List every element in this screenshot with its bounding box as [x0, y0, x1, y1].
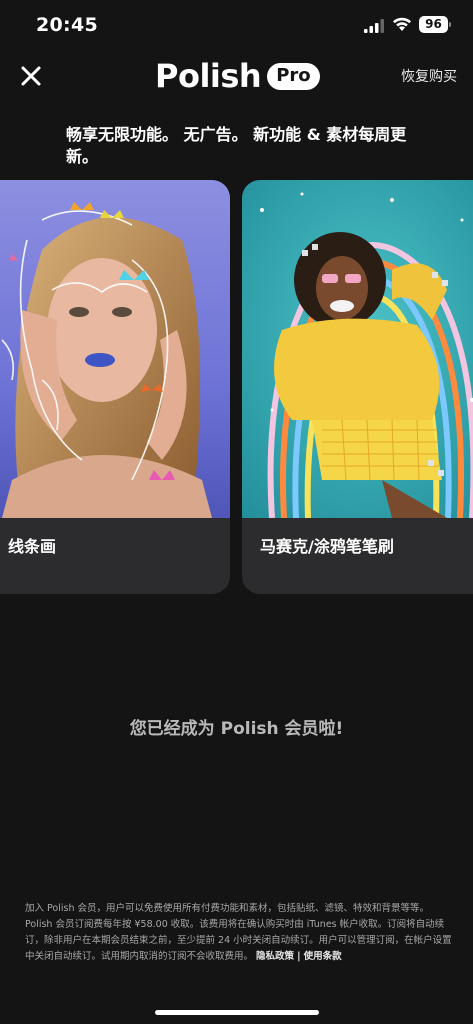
restore-purchase-button[interactable]: 恢复购买	[401, 66, 457, 86]
tagline: 畅享无限功能。 无广告。 新功能 & 素材每周更新。	[66, 125, 407, 166]
feature-card-line-art[interactable]: 线条画	[0, 180, 230, 594]
line-art-preview-image	[0, 180, 230, 518]
feature-card-mosaic-brush[interactable]: 马赛克/涂鸦笔笔刷	[242, 180, 473, 594]
polish-pro-logo: Polish Pro	[155, 57, 320, 95]
signal-icon	[364, 19, 384, 33]
member-status-message: 您已经成为 Polish 会员啦!	[129, 719, 344, 739]
feature-card-label: 线条画	[8, 537, 57, 556]
home-indicator[interactable]	[155, 1010, 319, 1015]
mosaic-brush-preview-image	[242, 180, 473, 518]
privacy-policy-link[interactable]: 隐私政策	[256, 951, 294, 962]
subscription-terms: 加入 Polish 会员，用户可以免费使用所有付费功能和素材，包括贴纸、滤镜、特…	[25, 901, 453, 965]
close-icon[interactable]	[17, 62, 45, 90]
wifi-icon	[393, 17, 411, 31]
terms-of-use-link[interactable]: 使用条款	[304, 951, 342, 962]
status-time: 20:45	[36, 14, 98, 36]
link-separator: |	[297, 951, 301, 962]
terms-text: 加入 Polish 会员，用户可以免费使用所有付费功能和素材，包括贴纸、滤镜、特…	[25, 903, 452, 962]
pro-badge: Pro	[267, 62, 320, 90]
logo-text: Polish	[155, 57, 262, 95]
battery-tip	[449, 22, 451, 27]
subscription-screen: 20:45 96 Polish Pro 恢复购买 畅享无限功能。 无广告。 新功…	[0, 0, 473, 1024]
battery-icon: 96	[419, 16, 448, 33]
feature-card-label: 马赛克/涂鸦笔笔刷	[260, 537, 394, 556]
feature-carousel[interactable]: 线条画 马赛克/涂鸦笔笔刷	[0, 180, 473, 596]
status-bar: 20:45 96	[0, 0, 473, 52]
